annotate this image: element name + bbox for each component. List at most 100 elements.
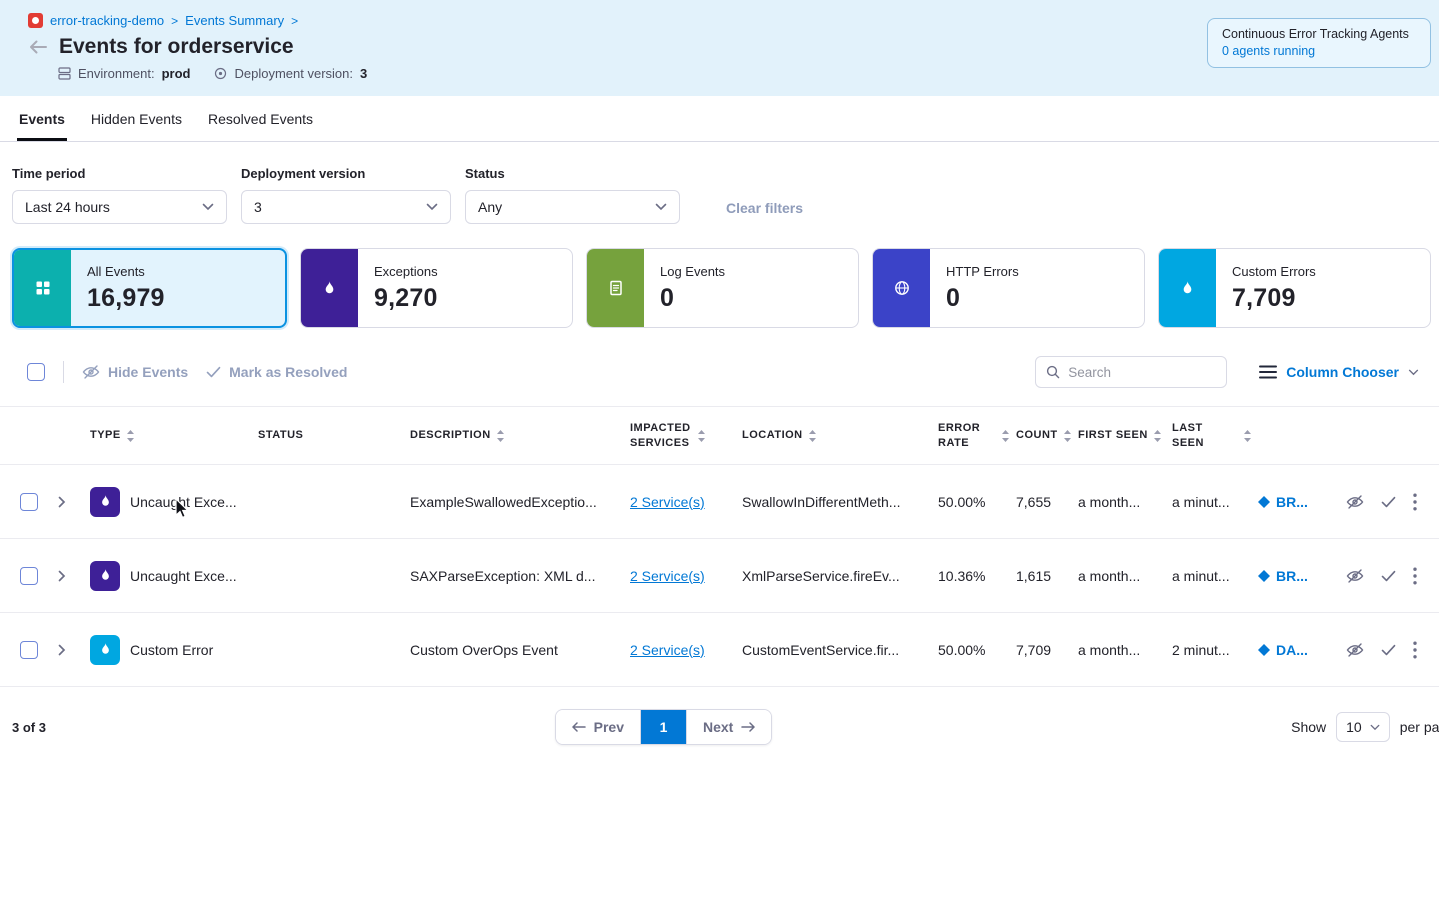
time-period-label: Time period bbox=[12, 166, 227, 181]
check-icon bbox=[1381, 570, 1396, 582]
event-type-label: Custom Error bbox=[130, 642, 223, 658]
card-all-events[interactable]: All Events 16,979 bbox=[12, 248, 287, 328]
deployment-tag-link[interactable]: BR... bbox=[1258, 494, 1336, 510]
row-expand-button[interactable] bbox=[58, 570, 90, 582]
sort-icon bbox=[697, 429, 706, 443]
impacted-services-link[interactable]: 2 Service(s) bbox=[630, 642, 705, 658]
column-header-description[interactable]: DESCRIPTION bbox=[410, 428, 630, 443]
log-events-tile bbox=[587, 249, 644, 327]
column-header-type[interactable]: TYPE bbox=[90, 428, 258, 443]
tab-hidden-events[interactable]: Hidden Events bbox=[89, 96, 184, 141]
time-period-select[interactable]: Last 24 hours bbox=[12, 190, 227, 224]
description-cell: Custom OverOps Event bbox=[410, 642, 630, 658]
status-filter: Status Any bbox=[465, 166, 680, 224]
card-exceptions[interactable]: Exceptions 9,270 bbox=[300, 248, 573, 328]
check-icon bbox=[1381, 644, 1396, 656]
show-label: Show bbox=[1291, 719, 1326, 735]
prev-page-button[interactable]: Prev bbox=[556, 710, 640, 744]
resolve-event-button[interactable] bbox=[1381, 644, 1396, 656]
last-seen-cell: 2 minut... bbox=[1172, 642, 1258, 658]
error-tracking-app: error-tracking-demo > Events Summary > E… bbox=[0, 0, 1439, 907]
row-menu-button[interactable] bbox=[1413, 641, 1417, 659]
search-input[interactable] bbox=[1068, 365, 1216, 380]
breadcrumb-link-project[interactable]: error-tracking-demo bbox=[50, 13, 164, 28]
column-header-impacted-services[interactable]: IMPACTED SERVICES bbox=[630, 421, 742, 451]
agents-running-link[interactable]: 0 agents running bbox=[1222, 44, 1416, 58]
hide-events-label: Hide Events bbox=[108, 364, 188, 380]
deployment-label: Deployment version: bbox=[234, 66, 353, 81]
result-count: 3 of 3 bbox=[12, 720, 617, 735]
card-http-errors[interactable]: HTTP Errors 0 bbox=[872, 248, 1145, 328]
chevron-down-icon bbox=[655, 203, 667, 211]
eye-slash-icon bbox=[82, 364, 100, 380]
column-chooser-button[interactable]: Column Chooser bbox=[1259, 364, 1423, 380]
chevron-down-icon bbox=[202, 203, 214, 211]
row-checkbox[interactable] bbox=[20, 567, 38, 585]
location-cell: SwallowInDifferentMeth... bbox=[742, 494, 938, 510]
next-page-button[interactable]: Next bbox=[686, 710, 771, 744]
row-menu-button[interactable] bbox=[1413, 567, 1417, 585]
deployment-version-label: Deployment version bbox=[241, 166, 451, 181]
column-header-last-seen[interactable]: LAST SEEN bbox=[1172, 421, 1258, 451]
row-expand-button[interactable] bbox=[58, 496, 90, 508]
back-button[interactable] bbox=[28, 39, 48, 55]
deployment-tag-link[interactable]: BR... bbox=[1258, 568, 1336, 584]
flame-icon bbox=[321, 280, 338, 297]
deployment-icon bbox=[214, 67, 227, 80]
grid-icon bbox=[34, 279, 52, 297]
column-header-error-rate[interactable]: ERROR RATE bbox=[938, 421, 1016, 451]
page-size-select[interactable]: 10 bbox=[1336, 712, 1390, 742]
chevron-down-icon bbox=[1408, 369, 1419, 376]
tab-resolved-events[interactable]: Resolved Events bbox=[206, 96, 315, 141]
row-actions bbox=[1336, 641, 1439, 659]
arrow-right-icon bbox=[741, 722, 755, 732]
breadcrumb: error-tracking-demo > Events Summary > bbox=[28, 13, 367, 28]
deployment-tag-link[interactable]: DA... bbox=[1258, 642, 1336, 658]
clear-filters-button[interactable]: Clear filters bbox=[726, 200, 803, 216]
pagination-bar: 3 of 3 Prev 1 Next Show 10 per page bbox=[0, 687, 1439, 745]
tab-events[interactable]: Events bbox=[17, 96, 67, 141]
hide-event-button[interactable] bbox=[1346, 642, 1364, 658]
event-type-cell: Custom Error bbox=[90, 635, 258, 665]
document-icon bbox=[607, 279, 625, 297]
impacted-services-link[interactable]: 2 Service(s) bbox=[630, 494, 705, 510]
status-select[interactable]: Any bbox=[465, 190, 680, 224]
event-type-label: Uncaught Exce... bbox=[130, 494, 247, 510]
agents-box-title: Continuous Error Tracking Agents bbox=[1222, 27, 1416, 41]
per-page-label: per page bbox=[1400, 719, 1439, 735]
row-checkbox[interactable] bbox=[20, 493, 38, 511]
card-label: Log Events bbox=[660, 264, 725, 279]
deployment-version-select[interactable]: 3 bbox=[241, 190, 451, 224]
resolve-event-button[interactable] bbox=[1381, 570, 1396, 582]
resolve-event-button[interactable] bbox=[1381, 496, 1396, 508]
card-label: Exceptions bbox=[374, 264, 438, 279]
kebab-menu-icon bbox=[1413, 493, 1417, 511]
column-header-count[interactable]: COUNT bbox=[1016, 428, 1078, 443]
impacted-services-link[interactable]: 2 Service(s) bbox=[630, 568, 705, 584]
column-header-location[interactable]: LOCATION bbox=[742, 428, 938, 443]
flame-icon bbox=[98, 642, 113, 657]
breadcrumb-separator: > bbox=[291, 14, 298, 28]
environment-label: Environment: bbox=[78, 66, 155, 81]
hide-events-button[interactable]: Hide Events bbox=[82, 364, 188, 380]
check-icon bbox=[1381, 496, 1396, 508]
hide-event-button[interactable] bbox=[1346, 494, 1364, 510]
mark-resolved-button[interactable]: Mark as Resolved bbox=[206, 364, 347, 380]
row-checkbox[interactable] bbox=[20, 641, 38, 659]
card-log-events[interactable]: Log Events 0 bbox=[586, 248, 859, 328]
card-custom-errors[interactable]: Custom Errors 7,709 bbox=[1158, 248, 1431, 328]
select-all-checkbox[interactable] bbox=[27, 363, 45, 381]
time-period-value: Last 24 hours bbox=[25, 199, 110, 215]
event-type-cell: Uncaught Exce... bbox=[90, 487, 258, 517]
hide-event-button[interactable] bbox=[1346, 568, 1364, 584]
breadcrumb-link-events-summary[interactable]: Events Summary bbox=[185, 13, 284, 28]
row-menu-button[interactable] bbox=[1413, 493, 1417, 511]
card-value: 16,979 bbox=[87, 284, 165, 313]
error-rate-cell: 50.00% bbox=[938, 494, 1016, 510]
events-table: TYPE STATUS DESCRIPTION IMPACTED SERVICE… bbox=[0, 406, 1439, 687]
row-expand-button[interactable] bbox=[58, 644, 90, 656]
column-header-first-seen[interactable]: FIRST SEEN bbox=[1078, 428, 1172, 443]
description-cell: SAXParseException: XML d... bbox=[410, 568, 630, 584]
page-number-button[interactable]: 1 bbox=[640, 710, 686, 744]
header-meta: Environment: prod Deployment version: 3 bbox=[58, 66, 367, 81]
